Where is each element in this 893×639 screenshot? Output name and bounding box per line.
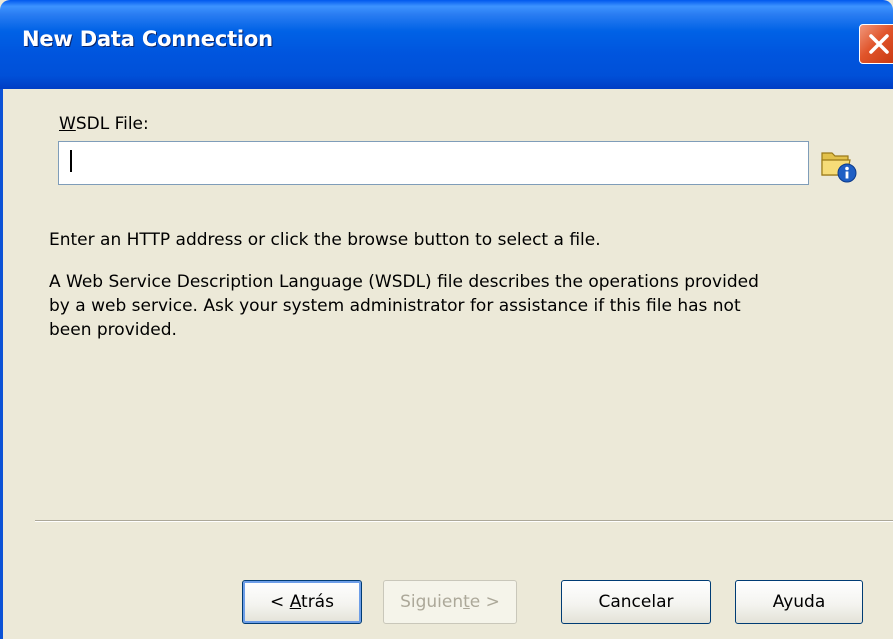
wsdl-description-line: been provided. xyxy=(49,320,177,340)
back-button-label: trás xyxy=(301,592,334,612)
wsdl-description-line: by a web service. Ask your system admini… xyxy=(49,296,741,316)
help-button[interactable]: Ayuda xyxy=(735,580,863,624)
folder-info-icon xyxy=(821,152,857,183)
wsdl-label-text: SDL File: xyxy=(75,114,149,134)
cancel-button[interactable]: Cancelar xyxy=(561,580,711,624)
button-separator xyxy=(35,520,893,522)
next-button-label: e > xyxy=(469,592,500,612)
wsdl-description-line: A Web Service Description Language (WSDL… xyxy=(49,272,759,292)
wsdl-description: A Web Service Description Language (WSDL… xyxy=(49,270,759,342)
next-button[interactable]: Siguiente > xyxy=(383,580,517,624)
back-button-prefix: < xyxy=(270,592,290,612)
wsdl-file-input[interactable] xyxy=(58,141,809,185)
wsdl-label-accelerator: W xyxy=(59,114,76,134)
next-button-prefix: Siguien xyxy=(400,592,464,612)
browse-instruction: Enter an HTTP address or click the brows… xyxy=(49,230,601,250)
close-icon xyxy=(869,34,889,54)
back-button[interactable]: < Atrás xyxy=(242,580,362,624)
window-frame-left xyxy=(0,89,3,639)
back-button-accelerator: A xyxy=(289,592,302,612)
wsdl-file-label: WSDL File: xyxy=(59,114,149,134)
close-button[interactable] xyxy=(859,24,893,64)
browse-button[interactable] xyxy=(818,144,858,184)
new-data-connection-dialog: New Data Connection WSDL File: Enter an … xyxy=(0,0,893,639)
next-button-accelerator: t xyxy=(463,592,470,612)
title-bar[interactable]: New Data Connection xyxy=(0,0,893,89)
text-caret xyxy=(70,150,72,172)
window-title: New Data Connection xyxy=(22,27,273,51)
